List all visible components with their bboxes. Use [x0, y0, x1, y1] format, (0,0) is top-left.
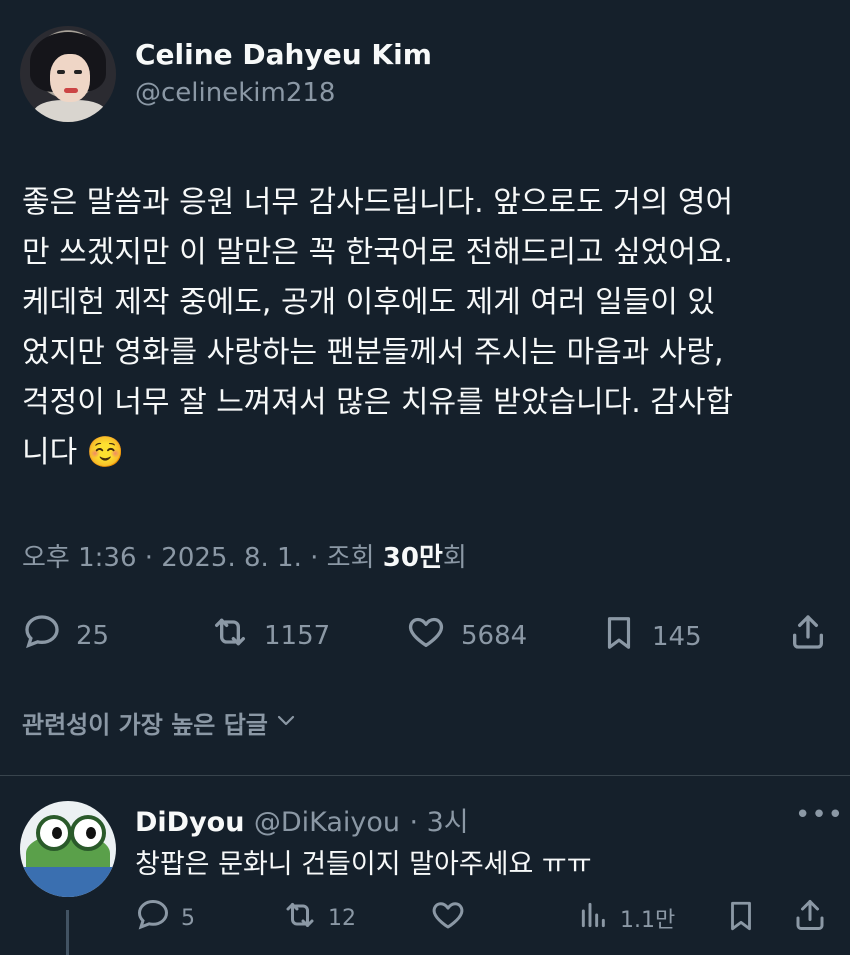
repost-count: 1157 — [264, 620, 331, 651]
views-icon — [578, 897, 610, 939]
view-suffix: 회 — [442, 543, 467, 573]
tweet-line: 좋은 말씀과 응원 너무 감사드립니다. 앞으로도 거의 영어 — [22, 185, 734, 220]
author-handle[interactable]: @celinekim218 — [135, 78, 335, 108]
reply-time[interactable]: · 3시 — [409, 807, 468, 838]
reply-share-button[interactable] — [792, 897, 828, 939]
section-divider — [0, 775, 850, 776]
share-button[interactable] — [788, 612, 828, 659]
avatar-frog-eye — [36, 815, 72, 851]
tweet-line: 니다 ☺️ — [22, 435, 125, 470]
avatar-shirt — [34, 100, 106, 122]
reply-views-button[interactable]: 1.1만 — [578, 897, 675, 939]
tweet-text: 좋은 말씀과 응원 너무 감사드립니다. 앞으로도 거의 영어 만 쓰겠지만 이… — [22, 178, 832, 478]
bookmark-icon — [724, 897, 758, 941]
bookmark-count: 145 — [652, 621, 702, 652]
avatar-mouth — [64, 88, 78, 93]
reply-bookmark-button[interactable] — [724, 897, 758, 941]
avatar-face — [50, 54, 90, 102]
avatar-eye — [57, 70, 65, 74]
reply-like-button[interactable] — [430, 897, 466, 939]
author-avatar[interactable] — [20, 26, 116, 122]
repost-icon — [210, 612, 250, 659]
reply-icon — [135, 897, 171, 939]
reply-button[interactable]: 25 — [22, 612, 109, 659]
share-icon — [788, 612, 828, 659]
heart-icon — [405, 612, 447, 659]
reply-author-avatar[interactable] — [20, 801, 116, 897]
avatar-frog-pupil — [52, 827, 62, 839]
tweet-line: 케데헌 제작 중에도, 공개 이후에도 제게 여러 일들이 있 — [22, 285, 716, 320]
reply-author-name[interactable]: DiDyou — [135, 807, 244, 838]
reply-author-handle[interactable]: @DiKaiyou — [254, 807, 400, 838]
tweet-meta: 오후 1:36 · 2025. 8. 1. · 조회 30만회 — [22, 537, 467, 574]
avatar-eye — [74, 70, 82, 74]
like-count: 5684 — [461, 620, 528, 651]
chevron-down-icon — [274, 708, 298, 738]
thread-line — [66, 910, 69, 955]
tweet-line: 걱정이 너무 잘 느껴져서 많은 치유를 받았습니다. 감사합 — [22, 385, 734, 420]
bookmark-icon — [600, 612, 638, 661]
reply-icon — [22, 612, 62, 659]
repost-icon — [282, 897, 318, 939]
tweet-line: 었지만 영화를 사랑하는 팬분들께서 주시는 마음과 사랑, — [22, 335, 724, 370]
repost-button[interactable]: 1157 — [210, 612, 330, 659]
avatar-frog-eye — [70, 815, 106, 851]
reply-sort-label: 관련성이 가장 높은 답글 — [22, 711, 268, 739]
reply-repost-button[interactable]: 12 — [282, 897, 356, 939]
reply-text: 창팝은 문화니 건들이지 말아주세요 ㅠㅠ — [135, 849, 592, 880]
bookmark-button[interactable]: 145 — [600, 612, 702, 661]
author-name[interactable]: Celine Dahyeu Kim — [135, 38, 432, 71]
share-icon — [792, 897, 828, 939]
view-count: 30만 — [382, 543, 443, 573]
reply-reply-count: 5 — [181, 905, 195, 931]
heart-icon — [430, 897, 466, 939]
reply-view-count: 1.1만 — [620, 908, 676, 933]
avatar-frog-pupil — [86, 827, 96, 839]
like-button[interactable]: 5684 — [405, 612, 527, 659]
tweet-timestamp[interactable]: 오후 1:36 · 2025. 8. 1. · 조회 — [22, 543, 383, 573]
reply-sort-selector[interactable]: 관련성이 가장 높은 답글 — [22, 705, 298, 740]
reply-repost-count: 12 — [328, 905, 356, 931]
reply-count: 25 — [76, 620, 110, 651]
more-icon[interactable]: ••• — [795, 800, 844, 830]
reply-reply-button[interactable]: 5 — [135, 897, 195, 939]
avatar-frog-shirt — [20, 867, 116, 897]
reply-header: DiDyou @DiKaiyou · 3시 — [135, 800, 469, 839]
tweet-line: 만 쓰겠지만 이 말만은 꼭 한국어로 전해드리고 싶었어요. — [22, 235, 734, 270]
